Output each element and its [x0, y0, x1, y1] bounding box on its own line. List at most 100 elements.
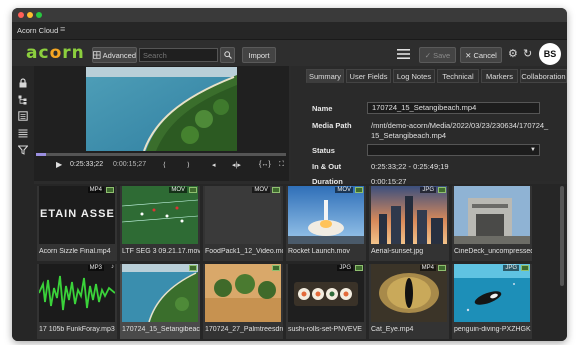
save-label: Save: [433, 50, 451, 60]
asset-card[interactable]: MOV FoodPack1_12_Video.mov: [203, 186, 283, 261]
file-type-badge: MP3: [87, 265, 104, 271]
browser-tab-title[interactable]: Acorn Cloud: [17, 26, 58, 35]
logo-text-a: ac: [26, 43, 50, 63]
fullscreen-icon[interactable]: ⛶: [279, 161, 284, 169]
file-type-badge: JPG: [503, 265, 519, 271]
app-window: Acorn Cloud ≡ acorn Advanced Import: [12, 8, 567, 341]
asset-card[interactable]: MOV LTF SEG 3 09.21.17.mov: [120, 186, 200, 261]
asset-name: Rocket Launch.mov: [288, 248, 350, 255]
logo-text-rn: rn: [62, 43, 85, 63]
list-icon[interactable]: [18, 128, 28, 138]
current-timecode: 0:25:33;22: [70, 161, 104, 168]
asset-card[interactable]: JPG Aerial-sunset.jpg: [369, 186, 449, 261]
asset-thumbnail: [39, 264, 115, 322]
asset-card[interactable]: JPG sushi-rolls-set-PNVEVE: [286, 264, 366, 339]
check-icon: ✓: [424, 50, 432, 60]
play-icon[interactable]: ▶: [56, 160, 62, 169]
search-input[interactable]: [139, 48, 218, 62]
asset-thumbnail: [205, 264, 281, 322]
tab-menu-icon[interactable]: ≡: [60, 24, 65, 34]
asset-thumbnail: [122, 264, 198, 322]
mark-out-icon[interactable]: {↔}: [259, 161, 271, 168]
tab-markers[interactable]: Markers: [481, 69, 518, 83]
asset-card[interactable]: MP3 ♪ 17 105b FunkForay.mp3: [37, 264, 117, 339]
asset-card[interactable]: 170724_27_Palmtreesdrone: [203, 264, 283, 339]
cancel-button[interactable]: ✕ Cancel: [460, 47, 502, 63]
tab-log-notes[interactable]: Log Notes: [393, 69, 435, 83]
asset-name: 170724_27_Palmtreesdrone: [205, 326, 283, 333]
asset-name: LTF SEG 3 09.21.17.mov: [122, 248, 200, 255]
asset-thumbnail: [371, 264, 447, 322]
import-button[interactable]: Import: [242, 47, 276, 63]
asset-thumbnail: ETAIN ASSE: [39, 186, 115, 244]
search-icon: [223, 51, 232, 59]
image-icon: [106, 187, 114, 193]
asset-name: 170724_15_Setangibeach: [122, 326, 200, 333]
image-icon: [272, 265, 280, 271]
status-select[interactable]: ▼: [367, 144, 540, 156]
asset-card[interactable]: CineDeck_uncompressed: [452, 186, 532, 261]
hierarchy-icon[interactable]: [18, 95, 28, 105]
asset-name: 17 105b FunkForay.mp3: [39, 326, 115, 333]
refresh-icon[interactable]: ↻: [523, 47, 532, 60]
tab-user-fields[interactable]: User Fields: [346, 69, 391, 83]
asset-card[interactable]: MOV Rocket Launch.mov: [286, 186, 366, 261]
asset-thumbnail: [371, 186, 447, 244]
tab-collaboration[interactable]: Collaboration: [520, 69, 567, 83]
zoom-window-button[interactable]: [36, 12, 42, 18]
asset-thumbnail: [288, 186, 364, 244]
advanced-label: Advanced: [102, 50, 136, 60]
name-field[interactable]: 170724_15_Setangibeach.mp4: [367, 102, 540, 114]
hamburger-menu-icon[interactable]: [397, 49, 410, 59]
asset-card[interactable]: JPG penguin-diving-PXZHGK: [452, 264, 532, 339]
asset-name: sushi-rolls-set-PNVEVE: [288, 326, 362, 333]
asset-detail-panel: Summary User Fields Log Notes Technical …: [291, 66, 567, 186]
close-window-button[interactable]: [18, 12, 24, 18]
asset-thumbnail: [454, 264, 530, 322]
title-bar: [12, 8, 567, 22]
minimize-window-button[interactable]: [27, 12, 33, 18]
gear-icon[interactable]: ⚙: [508, 47, 518, 60]
next-frame-icon[interactable]: ⟩: [187, 161, 190, 169]
previous-frame-icon[interactable]: ⟨: [163, 161, 166, 169]
file-type-badge: MP4: [87, 187, 104, 193]
waveform: [39, 275, 115, 311]
file-type-badge: JPG: [420, 187, 436, 193]
video-frame[interactable]: [86, 67, 237, 151]
grid-scrollbar[interactable]: [560, 186, 564, 286]
asset-name: Aerial-sunset.jpg: [371, 248, 424, 255]
mark-in-icon[interactable]: ◂|▸: [232, 161, 241, 169]
tab-technical[interactable]: Technical: [437, 69, 479, 83]
status-label: Status: [312, 146, 335, 155]
image-icon: [438, 187, 446, 193]
asset-grid: ETAIN ASSE MP4 Acorn Sizzle Final.mp4 MO…: [34, 184, 567, 341]
image-icon: [355, 187, 363, 193]
filter-icon[interactable]: [18, 145, 28, 155]
in-out-value: 0:25:33;22 - 0:25:49;19: [371, 162, 449, 171]
thumbnail-text: ETAIN ASSE: [40, 208, 115, 220]
asset-card[interactable]: MP4 Cat_Eye.mp4: [369, 264, 449, 339]
asset-name: FoodPack1_12_Video.mov: [205, 248, 283, 255]
asset-name: Cat_Eye.mp4: [371, 326, 414, 333]
tab-summary[interactable]: Summary: [306, 69, 344, 83]
lock-icon[interactable]: [18, 78, 28, 88]
document-list-icon[interactable]: [18, 111, 28, 121]
image-icon: [272, 187, 280, 193]
asset-name: Acorn Sizzle Final.mp4: [39, 248, 111, 255]
asset-card[interactable]: ETAIN ASSE MP4 Acorn Sizzle Final.mp4: [37, 186, 117, 261]
asset-thumbnail: [288, 264, 364, 322]
user-avatar[interactable]: BS: [539, 43, 561, 65]
search-button[interactable]: [220, 47, 235, 63]
playback-progress-bar[interactable]: [36, 153, 286, 156]
save-button[interactable]: ✓ Save: [419, 47, 456, 63]
advanced-search-button[interactable]: Advanced: [92, 47, 137, 63]
browser-tab-bar: Acorn Cloud ≡: [12, 22, 567, 40]
volume-icon[interactable]: ◂: [212, 161, 216, 169]
media-path-line-2: 15_Setangibeach.mp4: [371, 131, 447, 140]
asset-card-selected[interactable]: 170724_15_Setangibeach: [120, 264, 200, 339]
image-icon: [355, 265, 363, 271]
video-player: ▶ 0:25:33;22 0:00:15;27 ⟨ ⟩ ◂ ◂|▸ {↔} ⛶: [34, 66, 289, 181]
image-icon: [438, 265, 446, 271]
left-sidebar: [12, 66, 34, 341]
media-path-label: Media Path: [312, 121, 352, 130]
